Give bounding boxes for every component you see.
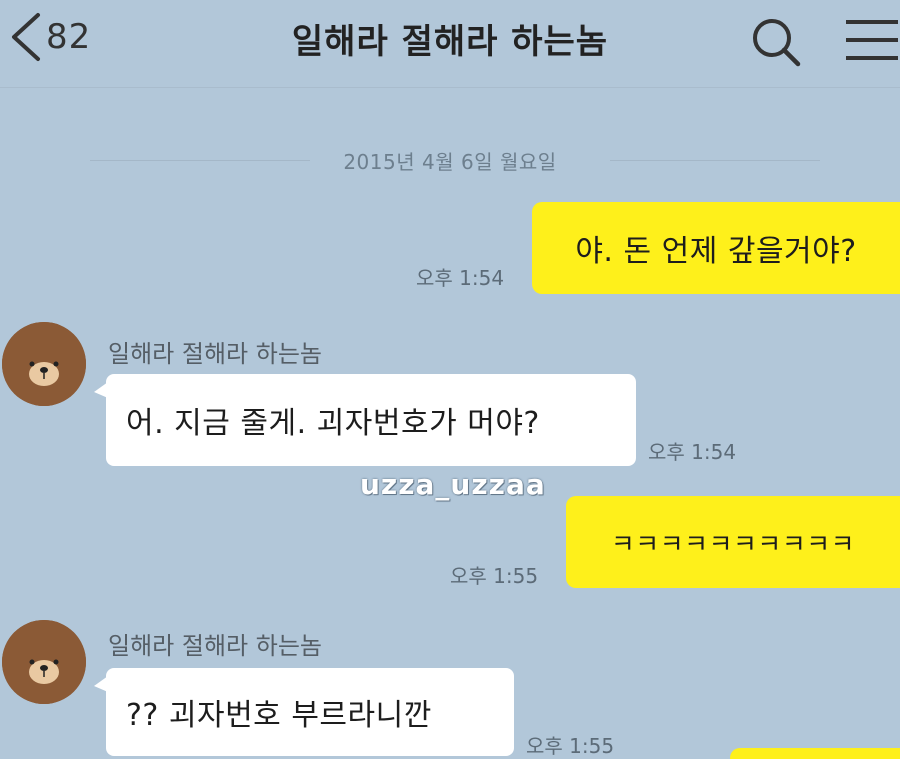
message-time: 오후 1:55 xyxy=(526,734,615,758)
menu-icon xyxy=(846,20,898,60)
sender-name: 일해라 절해라 하는놈 xyxy=(108,340,322,368)
date-divider: 2015년 4월 6일 월요일 xyxy=(0,146,900,175)
their-message-bubble[interactable]: 어. 지금 줄게. 괴자번호가 머야? xyxy=(94,374,636,466)
message-time: 오후 1:54 xyxy=(416,266,505,290)
bear-avatar-icon xyxy=(2,620,86,704)
search-icon xyxy=(753,19,801,67)
watermark-text: uzza_uzzaa xyxy=(360,468,546,501)
search-button[interactable] xyxy=(748,12,806,70)
sender-avatar[interactable] xyxy=(2,620,86,704)
their-message-bubble[interactable]: ?? 괴자번호 부르라니깐 xyxy=(94,668,514,756)
my-message-bubble[interactable]: ㅋㅋㅋㅋㅋㅋㅋㅋㅋㅋ xyxy=(566,496,900,588)
message-time: 오후 1:54 xyxy=(648,440,737,464)
message-time: 오후 1:55 xyxy=(450,564,539,588)
menu-button[interactable] xyxy=(838,14,900,66)
chat-header: 82 일해라 절해라 하는놈 xyxy=(0,0,900,88)
sender-name: 일해라 절해라 하는놈 xyxy=(108,632,322,660)
partial-message-bubble[interactable] xyxy=(730,748,900,759)
bear-avatar-icon xyxy=(2,322,86,406)
my-message-bubble[interactable]: 야. 돈 언제 갚을거야? xyxy=(532,202,900,294)
sender-avatar[interactable] xyxy=(2,322,86,406)
